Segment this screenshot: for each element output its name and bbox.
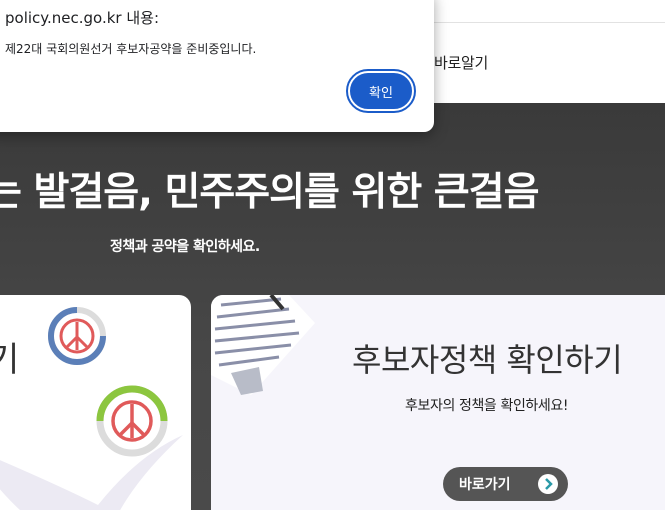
nav-item-about[interactable]: 바로알기 — [434, 52, 488, 73]
hero-subtitle: 정책과 공약을 확인하세요. — [110, 239, 260, 255]
document-icon — [211, 295, 315, 395]
card-title: 후보자정책 확인하기 — [352, 341, 623, 379]
alert-dialog: policy.nec.go.kr 내용: 제22대 국회의원선거 후보자공약을 … — [0, 0, 434, 132]
dialog-origin: policy.nec.go.kr 내용: — [5, 9, 160, 27]
dialog-message: 제22대 국회의원선거 후보자공약을 준비중입니다. — [5, 42, 257, 56]
go-button[interactable]: 바로가기 — [443, 467, 568, 501]
card-title: 기 — [0, 340, 20, 380]
vote-stamp-icon — [48, 307, 106, 365]
vote-stamp-icon — [96, 385, 168, 457]
ok-button[interactable]: 확인 — [346, 69, 416, 113]
candidate-policy-card[interactable]: 후보자정책 확인하기 후보자의 정책을 확인하세요! 바로가기 — [211, 295, 665, 510]
hero-title: 는 발걸음, 민주주의를 위한 큰걸음 — [0, 170, 539, 215]
go-button-label: 바로가기 — [459, 477, 511, 493]
arrow-right-icon — [538, 474, 558, 494]
card-subtitle: 후보자의 정책을 확인하세요! — [405, 398, 569, 414]
header-divider — [434, 22, 665, 23]
